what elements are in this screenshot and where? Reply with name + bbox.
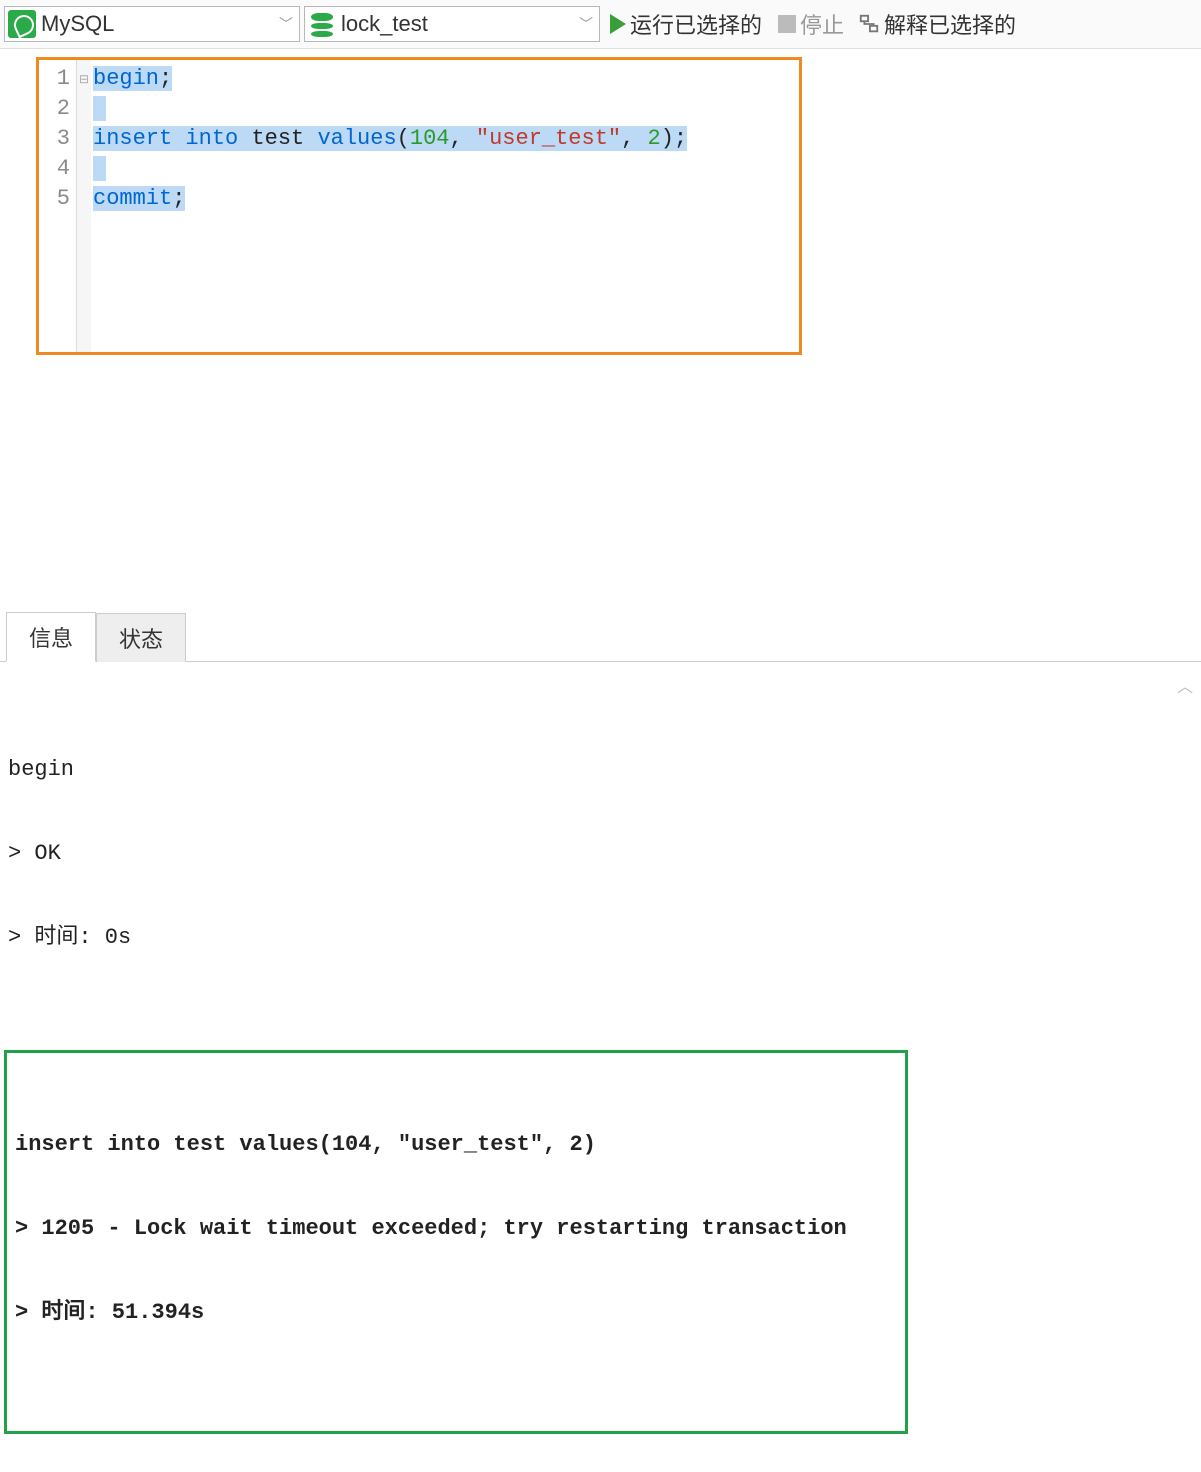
output-highlight: insert into test values(104, "user_test"… (4, 1050, 908, 1434)
scroll-up-icon[interactable]: ︿ (1177, 674, 1193, 702)
output-line: begin (8, 756, 1193, 784)
output-line: > 时间: 0s (8, 924, 1193, 952)
line-number-gutter: 12345 (39, 60, 77, 352)
play-icon (610, 14, 626, 34)
chevron-down-icon: ﹀ (573, 14, 599, 34)
run-selected-button[interactable]: 运行已选择的 (604, 8, 768, 40)
stop-icon (778, 15, 796, 33)
explain-selected-button[interactable]: 解释已选择的 (854, 8, 1020, 40)
line-number: 5 (39, 184, 76, 214)
toolbar: MySQL ﹀ lock_test ﹀ 运行已选择的 停止 解释已选择的 (0, 0, 1201, 49)
database-label: lock_test (341, 11, 573, 37)
fold-marker (77, 184, 91, 214)
fold-marker (77, 124, 91, 154)
code-area[interactable]: begin; insert into test values(104, "use… (91, 60, 799, 352)
code-line[interactable] (93, 154, 797, 184)
output-line: > 时间: 51.394s (15, 1299, 897, 1327)
output-panel: ︿ begin > OK > 时间: 0s insert into test v… (0, 662, 1201, 1472)
line-number: 4 (39, 154, 76, 184)
code-line[interactable]: begin; (93, 64, 797, 94)
mysql-icon (7, 9, 37, 39)
output-line: > 1205 - Lock wait timeout exceeded; try… (15, 1215, 897, 1243)
line-number: 1 (39, 64, 76, 94)
tab-status-label: 状态 (119, 627, 163, 652)
line-number: 3 (39, 124, 76, 154)
tab-status[interactable]: 状态 (96, 613, 186, 662)
result-tabs: 信息 状态 (0, 611, 1201, 662)
database-dropdown[interactable]: lock_test ﹀ (304, 6, 600, 42)
chevron-down-icon: ﹀ (273, 14, 299, 34)
stop-button: 停止 (772, 8, 850, 40)
line-number: 2 (39, 94, 76, 124)
code-line[interactable]: insert into test values(104, "user_test"… (93, 124, 797, 154)
tab-info[interactable]: 信息 (6, 612, 96, 662)
stop-label: 停止 (800, 8, 844, 40)
output-line: insert into test values(104, "user_test"… (15, 1131, 897, 1159)
code-line[interactable] (93, 94, 797, 124)
explain-label: 解释已选择的 (884, 8, 1016, 40)
connection-label: MySQL (41, 11, 273, 37)
run-label: 运行已选择的 (630, 8, 762, 40)
database-icon (307, 9, 337, 39)
code-line[interactable]: commit; (93, 184, 797, 214)
fold-marker (77, 154, 91, 184)
tab-info-label: 信息 (29, 626, 73, 651)
fold-marker (77, 94, 91, 124)
explain-plan-icon (858, 13, 880, 35)
fold-gutter: ⊟ (77, 60, 91, 352)
sql-editor[interactable]: 12345 ⊟ begin; insert into test values(1… (36, 57, 802, 355)
output-line: > OK (8, 840, 1193, 868)
fold-marker: ⊟ (77, 64, 91, 94)
connection-dropdown[interactable]: MySQL ﹀ (4, 6, 300, 42)
